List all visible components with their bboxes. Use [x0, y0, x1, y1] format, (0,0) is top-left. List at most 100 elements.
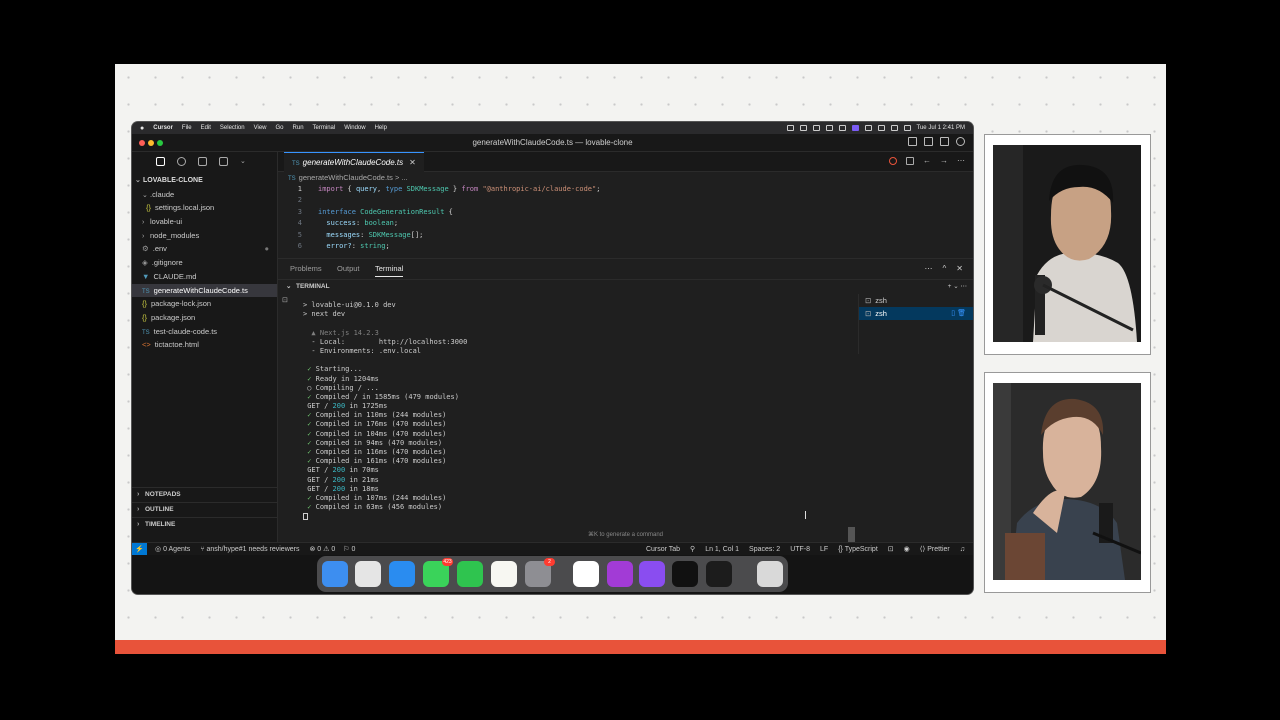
- toggle-panel-icon[interactable]: [924, 137, 933, 146]
- launchpad-app-icon[interactable]: [355, 561, 381, 587]
- settings-gear-icon[interactable]: [956, 137, 965, 146]
- terminal-instance-selected[interactable]: ⊡ zsh ▯ 🗑: [859, 307, 973, 320]
- code-line[interactable]: 2: [278, 195, 973, 206]
- section-notepads[interactable]: › NOTEPADS: [132, 487, 277, 502]
- code-line[interactable]: 6 error?: string;: [278, 241, 973, 252]
- menubar-clock[interactable]: Tue Jul 1 2:41 PM: [917, 125, 965, 131]
- extension-icon[interactable]: [812, 125, 820, 131]
- tree-file-generate[interactable]: TS generateWithClaudeCode.ts: [132, 283, 277, 298]
- menu-window[interactable]: Window: [344, 125, 365, 131]
- control-center-icon[interactable]: [903, 125, 911, 131]
- system-settings-app-icon[interactable]: 2: [525, 558, 555, 587]
- screen-share-icon[interactable]: [851, 125, 859, 131]
- menu-run[interactable]: Run: [293, 125, 304, 131]
- claude-icon[interactable]: [889, 157, 897, 165]
- back-arrow-icon[interactable]: ←: [923, 157, 931, 165]
- tree-file-test[interactable]: TS test-claude-code.ts: [132, 325, 277, 339]
- tree-folder-node-modules[interactable]: › node_modules: [132, 229, 277, 243]
- toggle-sidebar-icon[interactable]: [908, 137, 917, 146]
- tree-file-package-lock[interactable]: {} package-lock.json: [132, 297, 277, 311]
- tab-terminal[interactable]: Terminal: [375, 264, 404, 277]
- tree-file-package[interactable]: {} package.json: [132, 311, 277, 325]
- more-icon[interactable]: ⋯: [961, 283, 968, 290]
- file-tree: ⌄ LOVABLE-CLONE ⌄ .claude {} settings.local…: [132, 174, 277, 352]
- json-icon: {}: [142, 312, 148, 322]
- more-icon[interactable]: ⋯: [925, 264, 933, 273]
- tab-problems[interactable]: Problems: [290, 264, 322, 273]
- code-lines[interactable]: 1 import { query, type SDKMessage } from …: [278, 184, 973, 252]
- safari-app-icon[interactable]: [389, 561, 415, 587]
- battery-icon[interactable]: [890, 125, 898, 131]
- forward-arrow-icon[interactable]: →: [940, 157, 948, 165]
- menu-edit[interactable]: Edit: [201, 125, 211, 131]
- code-token: success: [318, 219, 356, 228]
- menu-selection[interactable]: Selection: [220, 125, 245, 131]
- chevron-down-icon[interactable]: ⌄: [953, 283, 958, 290]
- tree-file-settings[interactable]: {} settings.local.json: [132, 201, 277, 215]
- window-title: generateWithClaudeCode.ts — lovable-clon…: [472, 138, 633, 147]
- extension-icon[interactable]: [799, 125, 807, 131]
- extension-icon[interactable]: [825, 125, 833, 131]
- maximize-panel-icon[interactable]: ^: [943, 264, 947, 273]
- menu-file[interactable]: File: [182, 125, 192, 131]
- tab-output[interactable]: Output: [337, 264, 360, 273]
- menu-view[interactable]: View: [254, 125, 267, 131]
- wifi-icon[interactable]: [877, 125, 885, 131]
- tree-file-tictactoe[interactable]: <> tictactoe.html: [132, 338, 277, 352]
- code-token: "@anthropic-ai/claude-code": [482, 185, 597, 193]
- typescript-icon: TS: [142, 288, 150, 295]
- menu-go[interactable]: Go: [276, 125, 284, 131]
- terminal-output[interactable]: ⊡ > lovable-ui@0.1.0 dev > next dev ▲ Nex…: [278, 294, 855, 555]
- menu-help[interactable]: Help: [375, 125, 387, 131]
- elevenlabs-app-icon[interactable]: [607, 561, 633, 587]
- notion-app-icon[interactable]: [573, 561, 599, 587]
- facetime-app-icon[interactable]: [457, 561, 483, 587]
- section-outline[interactable]: › OUTLINE: [132, 502, 277, 517]
- arc-app-icon[interactable]: [639, 561, 665, 587]
- tree-root[interactable]: ⌄ LOVABLE-CLONE: [132, 174, 277, 188]
- search-icon[interactable]: [177, 157, 186, 166]
- editor-tab-generate[interactable]: TS generateWithClaudeCode.ts ✕: [284, 152, 424, 172]
- close-tab-icon[interactable]: ✕: [409, 158, 416, 167]
- terminal-instance[interactable]: ⊡ zsh: [859, 294, 973, 307]
- split-editor-icon[interactable]: [906, 157, 914, 165]
- trash-app-icon[interactable]: [757, 561, 783, 587]
- more-actions-icon[interactable]: ⋯: [957, 157, 965, 165]
- close-panel-icon[interactable]: ✕: [956, 264, 963, 273]
- trash-icon[interactable]: 🗑: [957, 310, 966, 317]
- section-timeline[interactable]: › TIMELINE: [132, 517, 277, 532]
- menu-terminal[interactable]: Terminal: [313, 125, 336, 131]
- notes-app-icon[interactable]: [491, 561, 517, 587]
- extension-icon[interactable]: [864, 125, 872, 131]
- terminal-line: ▲ Next.js 14.2.3: [303, 328, 379, 337]
- tree-file-env[interactable]: ⚙ .env ●: [132, 242, 277, 256]
- finder-app-icon[interactable]: [322, 561, 348, 587]
- apple-icon[interactable]: ●: [140, 125, 144, 132]
- new-terminal-icon[interactable]: +: [948, 283, 952, 290]
- terminal-prompt-cursor[interactable]: [303, 512, 467, 521]
- tree-file-claude-md[interactable]: ▼ CLAUDE.md: [132, 270, 277, 284]
- split-terminal-icon[interactable]: ▯: [951, 310, 955, 317]
- source-control-icon[interactable]: [198, 157, 207, 166]
- extension-icon[interactable]: [838, 125, 846, 131]
- code-line[interactable]: 1 import { query, type SDKMessage } from …: [278, 184, 973, 195]
- menu-app-name[interactable]: Cursor: [153, 125, 173, 131]
- messages-app-icon[interactable]: 423: [423, 558, 453, 587]
- cursor-app-icon[interactable]: [672, 561, 698, 587]
- record-icon[interactable]: [786, 125, 794, 131]
- webcam-tile-1: [984, 134, 1151, 355]
- terminal-app-icon[interactable]: [706, 561, 732, 587]
- extensions-icon[interactable]: [219, 157, 228, 166]
- chevron-down-icon[interactable]: ⌄: [240, 157, 246, 166]
- tree-folder-claude[interactable]: ⌄ .claude: [132, 188, 277, 202]
- code-line[interactable]: 5 messages: SDKMessage[];: [278, 230, 973, 241]
- files-icon[interactable]: [156, 157, 165, 166]
- tree-folder-lovable-ui[interactable]: › lovable-ui: [132, 215, 277, 229]
- code-line[interactable]: 3 interface CodeGenerationResult {: [278, 207, 973, 218]
- editor-actions: ← → ⋯: [889, 157, 965, 165]
- tree-file-gitignore[interactable]: ◈ .gitignore: [132, 256, 277, 270]
- code-line[interactable]: 4 success: boolean;: [278, 218, 973, 229]
- terminal-line: ✓ Compiled in 104ms (470 modules): [303, 429, 447, 438]
- terminal-section-header[interactable]: ⌄ TERMINAL + ⌄ ⋯: [278, 279, 973, 293]
- toggle-secondary-sidebar-icon[interactable]: [940, 137, 949, 146]
